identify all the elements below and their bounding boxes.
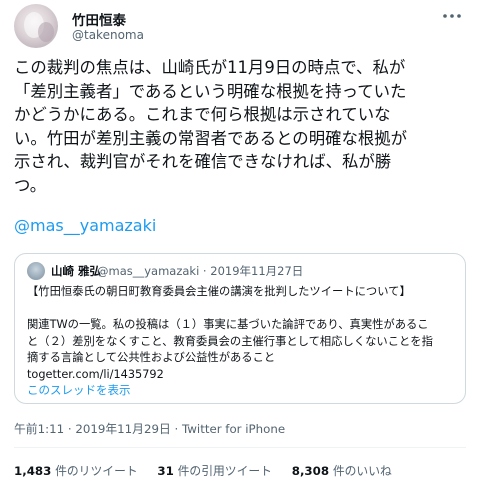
more-horizontal-icon[interactable]: [440, 4, 464, 28]
quoted-tweet-text: 【竹田恒泰氏の朝日町教育委員会主催の講演を批判したツイートについて】 関連TWの…: [27, 285, 433, 381]
quoted-tweet-header: 山崎 雅弘 @mas__yamazaki · 2019年11月27日: [27, 262, 447, 280]
tweet: 竹田恒泰 @takenoma この裁判の焦点は、山崎氏が11月9日の時点で、私が…: [0, 0, 480, 488]
likes-count: 8,308: [291, 464, 330, 478]
show-thread-link[interactable]: このスレッドを表示: [27, 382, 131, 398]
avatar[interactable]: [14, 4, 58, 48]
author-handle[interactable]: @takenoma: [72, 28, 144, 42]
author-name[interactable]: 竹田恒泰: [72, 9, 126, 29]
tweet-stats: 1,483 件のリツイート 31 件の引用ツイート 8,308 件のいいね: [14, 462, 408, 479]
quoted-meta: @mas__yamazaki · 2019年11月27日: [97, 264, 304, 278]
likes-label: 件のいいね: [332, 464, 392, 478]
quotes-stat[interactable]: 31 件の引用ツイート: [157, 464, 272, 478]
quoted-author-name: 山崎 雅弘: [51, 264, 102, 278]
quotes-label: 件の引用ツイート: [177, 464, 272, 478]
quotes-count: 31: [157, 464, 174, 478]
divider: [14, 447, 466, 448]
retweets-count: 1,483: [14, 464, 52, 478]
tweet-timestamp[interactable]: 午前1:11 · 2019年11月29日 · Twitter for iPhon…: [14, 420, 285, 437]
quoted-avatar: [27, 262, 45, 280]
likes-stat[interactable]: 8,308 件のいいね: [292, 464, 392, 478]
mention-link[interactable]: @mas__yamazaki: [14, 216, 156, 235]
quoted-tweet[interactable]: 山崎 雅弘 @mas__yamazaki · 2019年11月27日 【竹田恒泰…: [14, 253, 466, 404]
avatar-shade: [38, 22, 54, 42]
tweet-text: この裁判の焦点は、山崎氏が11月9日の時点で、私が 「差別主義者」であるという明…: [14, 58, 408, 195]
retweets-stat[interactable]: 1,483 件のリツイート: [14, 464, 138, 478]
tweet-header: 竹田恒泰 @takenoma: [14, 4, 466, 48]
retweets-label: 件のリツイート: [55, 464, 138, 478]
